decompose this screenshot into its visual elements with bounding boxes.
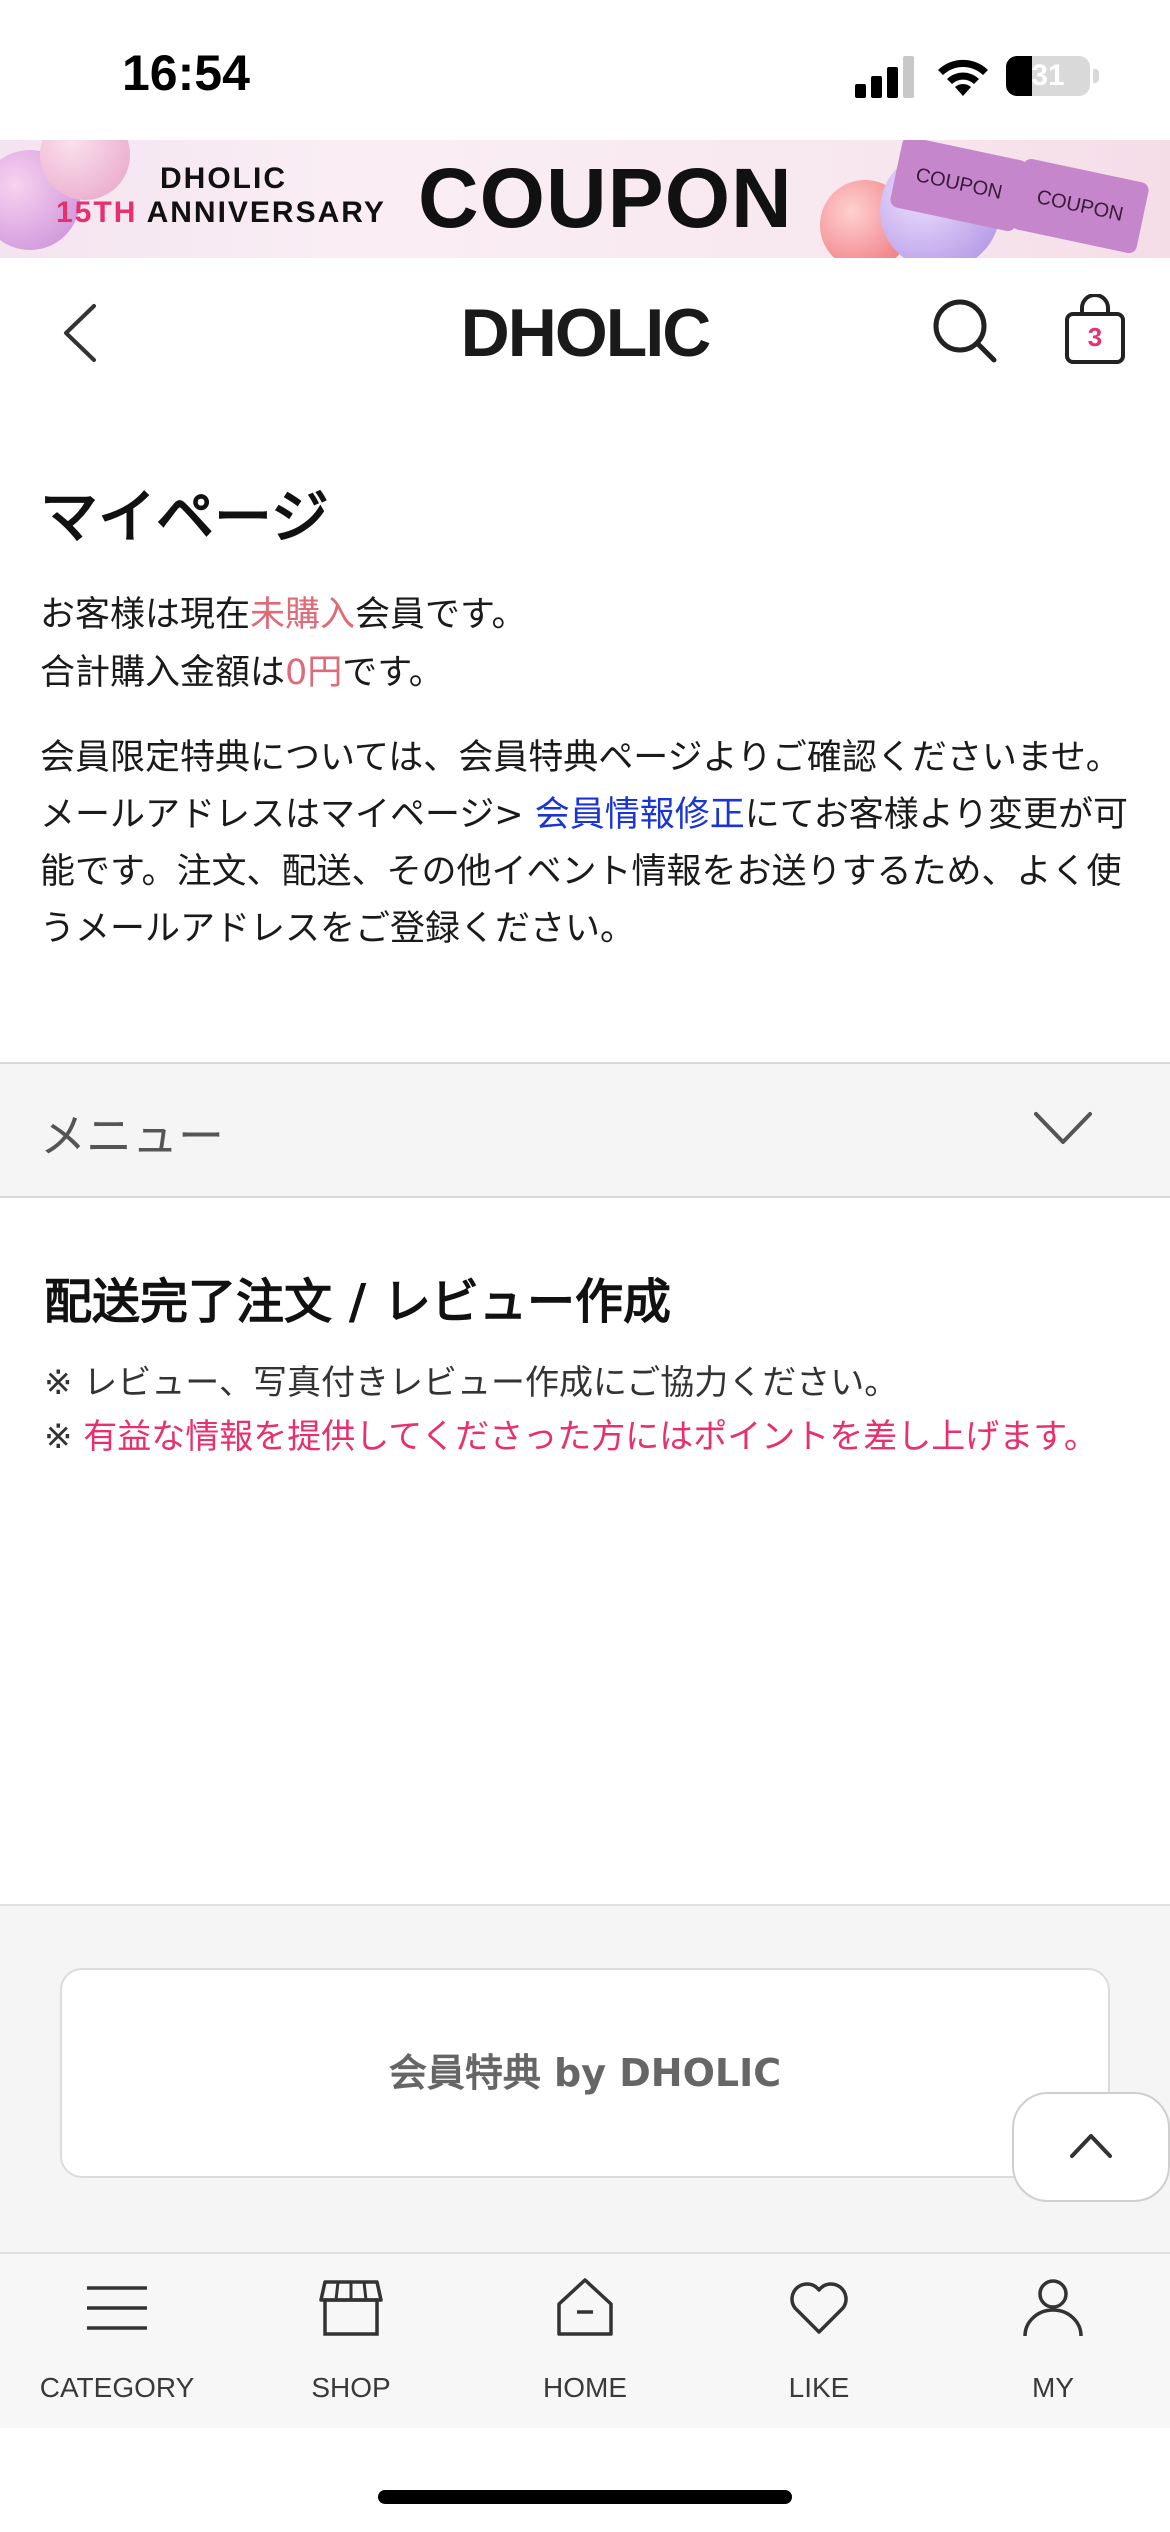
- member-rank-line: お客様は現在未購入会員です。: [40, 586, 527, 644]
- nav-home-label: HOME: [543, 2372, 627, 2403]
- app-header: DHOLIC 3: [0, 258, 1170, 408]
- nav-my[interactable]: MY: [936, 2276, 1170, 2426]
- status-bar: 16:54 31: [0, 0, 1170, 140]
- banner-anniversary-text: ANNIVERSARY: [137, 196, 386, 229]
- page-title: マイページ: [40, 483, 329, 551]
- nav-shop[interactable]: SHOP: [234, 2276, 468, 2426]
- cellular-signal-icon: [855, 56, 914, 98]
- benefit-notice: 会員限定特典については、会員特典ページよりご確認くださいませ。: [40, 738, 1121, 778]
- nav-like[interactable]: LIKE: [702, 2276, 936, 2426]
- search-icon[interactable]: [930, 296, 1000, 366]
- nav-like-label: LIKE: [788, 2372, 850, 2403]
- review-point-mark: ※: [44, 1417, 84, 1457]
- nav-shop-label: SHOP: [311, 2372, 391, 2403]
- total-purchase-value: 0円: [285, 653, 343, 693]
- review-section-title: 配送完了注文 / レビュー作成: [44, 1274, 671, 1330]
- member-rank-suffix: 会員です。: [355, 595, 527, 635]
- home-indicator-area: [0, 2428, 1170, 2532]
- menu-accordion[interactable]: メニュー: [0, 1062, 1170, 1198]
- shop-icon: [319, 2280, 383, 2336]
- review-note: ※ レビュー、写真付きレビュー作成にご協力ください。: [44, 1363, 899, 1403]
- banner-brand: DHOLIC: [160, 162, 287, 195]
- member-rank-value: 未購入: [250, 595, 356, 635]
- menu-label: メニュー: [40, 1109, 224, 1163]
- scroll-top-button[interactable]: [1012, 2092, 1170, 2202]
- member-rank-prefix: お客様は現在: [40, 595, 251, 635]
- nav-my-label: MY: [1032, 2372, 1074, 2403]
- banner-anniversary-number: 15TH: [56, 196, 138, 229]
- menu-icon: [87, 2286, 147, 2330]
- footer-area: 会員特典 by DHOLIC: [0, 1904, 1170, 2254]
- heart-icon: [790, 2282, 848, 2334]
- battery-icon: 31: [1006, 56, 1090, 96]
- total-purchase-line: 合計購入金額は0円です。: [40, 644, 527, 702]
- bottom-nav: CATEGORY SHOP HOME LIKE MY: [0, 2252, 1170, 2428]
- review-point-text: 有益な情報を提供してくださった方にはポイントを差し上げます。: [83, 1417, 1098, 1457]
- banner-title: COUPON: [418, 151, 793, 245]
- member-status: お客様は現在未購入会員です。 合計購入金額は0円です。: [40, 586, 527, 702]
- review-point-note: ※ 有益な情報を提供してくださった方にはポイントを差し上げます。: [44, 1410, 1104, 1464]
- coupon-banner[interactable]: DHOLIC 15TH ANNIVERSARY COUPON COUPON CO…: [0, 140, 1170, 258]
- total-purchase-prefix: 合計購入金額は: [40, 653, 286, 693]
- home-indicator[interactable]: [378, 2490, 792, 2504]
- nav-category-label: CATEGORY: [39, 2372, 195, 2403]
- nav-category[interactable]: CATEGORY: [0, 2276, 234, 2426]
- total-purchase-suffix: です。: [342, 653, 444, 693]
- person-icon: [1023, 2279, 1083, 2337]
- email-notice-prefix: メールアドレスはマイページ>: [40, 795, 535, 835]
- chevron-down-icon: [1034, 1112, 1092, 1144]
- member-benefit-button[interactable]: 会員特典 by DHOLIC: [60, 1968, 1110, 2178]
- chevron-up-icon: [1070, 2134, 1112, 2158]
- status-time: 16:54: [122, 45, 250, 101]
- battery-percent: 31: [1031, 59, 1065, 92]
- member-notice: 会員限定特典については、会員特典ページよりご確認くださいませ。 メールアドレスは…: [40, 730, 1140, 958]
- home-icon: [557, 2278, 613, 2336]
- battery-cap: [1093, 69, 1099, 83]
- wifi-icon: [938, 59, 988, 96]
- email-notice: メールアドレスはマイページ> 会員情報修正にてお客様より変更が可能です。注文、配…: [40, 787, 1140, 958]
- nav-home[interactable]: HOME: [468, 2276, 702, 2426]
- cart-button[interactable]: 3: [1060, 293, 1130, 366]
- banner-anniversary: 15TH ANNIVERSARY: [56, 196, 386, 230]
- member-benefit-label: 会員特典 by DHOLIC: [388, 2051, 782, 2095]
- cart-count-badge: 3: [1087, 322, 1103, 352]
- coupon-ticket-image: COUPON: [1009, 157, 1151, 255]
- member-info-edit-link[interactable]: 会員情報修正: [535, 795, 745, 835]
